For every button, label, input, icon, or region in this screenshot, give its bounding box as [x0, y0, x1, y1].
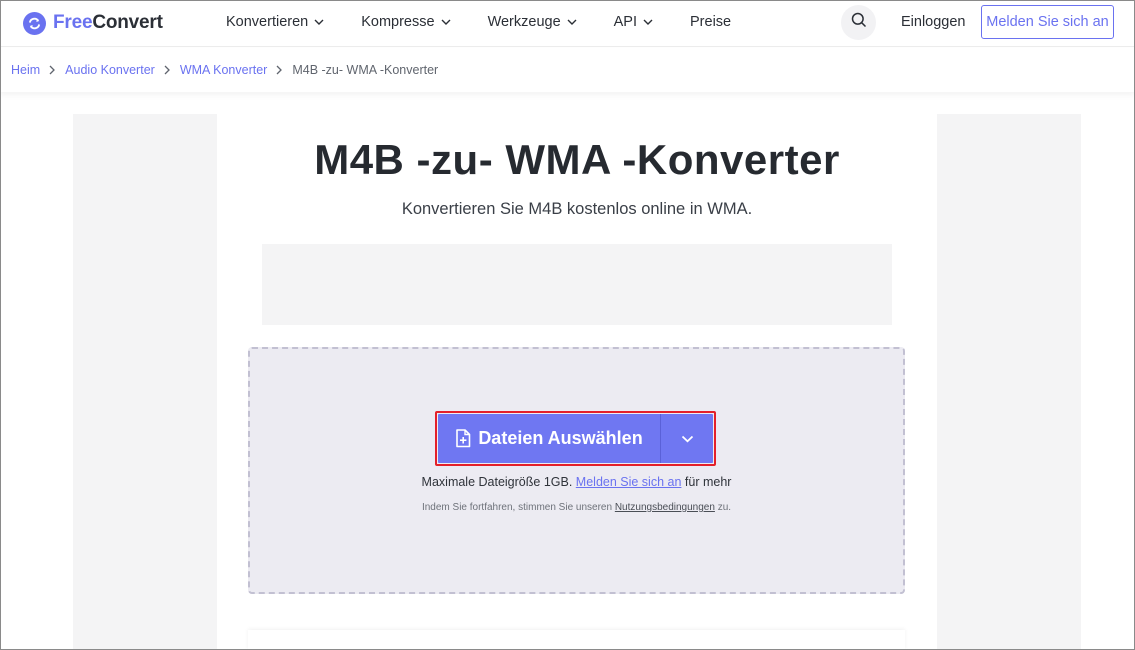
breadcrumb-audio-konverter[interactable]: Audio Konverter: [65, 63, 155, 77]
nav-preise[interactable]: Preise: [690, 13, 731, 31]
signup-button[interactable]: Melden Sie sich an: [981, 5, 1114, 39]
ad-placeholder-left: [73, 114, 217, 650]
file-dropzone[interactable]: [248, 347, 905, 594]
breadcrumb: Heim Audio Konverter WMA Konverter M4B -…: [0, 48, 1135, 92]
search-icon: [851, 12, 867, 33]
chevron-down-icon: [314, 19, 324, 25]
chevron-right-icon: [276, 65, 283, 75]
ad-placeholder-right: [937, 114, 1081, 650]
upload-button-highlight: Dateien Auswählen: [435, 411, 716, 466]
top-navbar: FreeConvert Konvertieren Kompresse Werkz…: [0, 0, 1135, 47]
nav-item-label: Preise: [690, 14, 732, 30]
nav-konvertieren[interactable]: Konvertieren: [226, 13, 324, 31]
upload-source-dropdown[interactable]: [661, 414, 713, 463]
terms-link[interactable]: Nutzungsbedingungen: [615, 502, 715, 513]
login-link[interactable]: Einloggen: [901, 14, 966, 30]
choose-files-button[interactable]: Dateien Auswählen: [438, 414, 660, 463]
breadcrumb-current: M4B -zu- WMA -Konverter: [292, 63, 439, 77]
chevron-down-icon: [567, 19, 577, 25]
file-plus-icon: [455, 429, 471, 448]
nav-item-label: Kompresse: [361, 14, 435, 30]
chevron-right-icon: [164, 65, 170, 75]
choose-files-label: Dateien Auswählen: [478, 428, 643, 448]
signup-link[interactable]: Melden Sie sich an: [576, 475, 682, 489]
chevron-down-icon: [643, 19, 653, 25]
main-nav: Konvertieren Kompresse Werkzeuge API Pre…: [226, 13, 768, 31]
nav-kompresse[interactable]: Kompresse: [361, 13, 451, 31]
terms-notice: Indem Sie fortfahren, stimmen Sie unsere…: [421, 502, 732, 513]
chevron-right-icon: [49, 65, 56, 75]
page-subtitle: Konvertieren Sie M4B kostenlos online in…: [401, 200, 753, 218]
logo-text: FreeConvert: [53, 12, 163, 33]
file-size-limit: Maximale Dateigröße 1GB. Melden Sie sich…: [421, 475, 732, 489]
chevron-down-icon: [681, 430, 694, 448]
nav-item-label: API: [613, 14, 638, 30]
chevron-down-icon: [441, 19, 451, 25]
breadcrumb-home[interactable]: Heim: [11, 63, 40, 77]
nav-item-label: Werkzeuge: [487, 14, 561, 30]
logo[interactable]: FreeConvert: [23, 11, 163, 35]
ad-placeholder-top: [262, 244, 892, 325]
search-button[interactable]: [841, 5, 876, 40]
content-card: [248, 630, 905, 650]
nav-api[interactable]: API: [614, 13, 653, 31]
nav-werkzeuge[interactable]: Werkzeuge: [488, 13, 577, 31]
page-title: M4B -zu- WMA -Konverter: [314, 136, 840, 183]
convert-arrows-icon: [23, 11, 46, 35]
breadcrumb-wma-konverter[interactable]: WMA Konverter: [180, 63, 268, 77]
nav-item-label: Konvertieren: [226, 14, 309, 30]
upload-button-group: Dateien Auswählen: [438, 414, 713, 463]
